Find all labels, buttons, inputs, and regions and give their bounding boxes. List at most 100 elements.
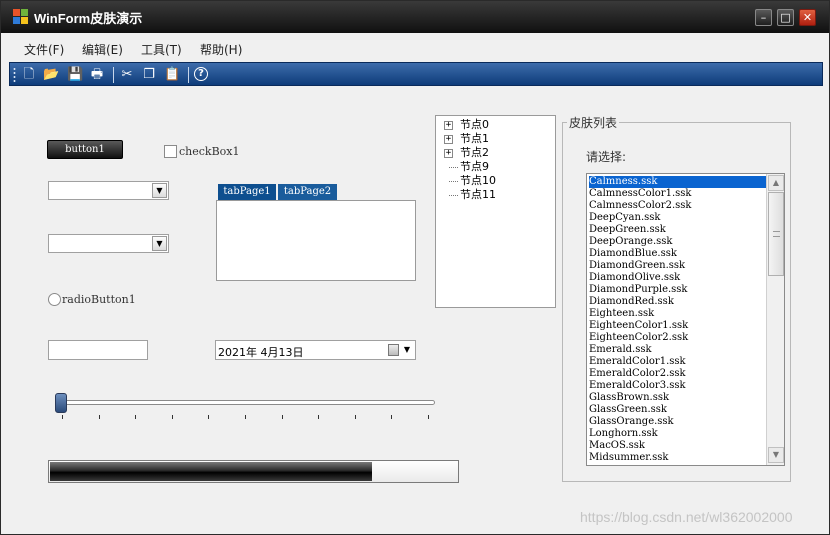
list-item[interactable]: DeepGreen.ssk	[589, 224, 766, 236]
checkbox1-box[interactable]	[164, 145, 177, 158]
tab-tabpage2[interactable]: tabPage2	[278, 184, 337, 200]
toolbar-separator	[113, 67, 114, 83]
list-item[interactable]: GlassOrange.ssk	[589, 416, 766, 428]
list-item[interactable]: DeepCyan.ssk	[589, 212, 766, 224]
tab-tabpage1[interactable]: tabPage1	[218, 184, 276, 200]
trackbar-tick	[62, 415, 63, 419]
list-item[interactable]: DiamondGreen.ssk	[589, 260, 766, 272]
skin-prompt: 请选择:	[586, 150, 627, 164]
list-item[interactable]: GlassBrown.ssk	[589, 392, 766, 404]
list-item[interactable]: Midsummer.ssk	[589, 452, 766, 464]
tree-node[interactable]: + 节点0	[436, 118, 554, 132]
app-icon	[13, 9, 29, 25]
menu-help[interactable]: 帮助(H)	[200, 41, 242, 58]
tree-node[interactable]: + 节点2	[436, 146, 554, 160]
radiobutton1-circle[interactable]	[48, 293, 61, 306]
list-item[interactable]: DiamondPurple.ssk	[589, 284, 766, 296]
list-item[interactable]: DiamondBlue.ssk	[589, 248, 766, 260]
list-item[interactable]: Eighteen.ssk	[589, 308, 766, 320]
date-picker[interactable]: 2021年 4月13日 ▼	[215, 340, 416, 360]
list-item[interactable]: Longhorn.ssk	[589, 428, 766, 440]
save-icon[interactable]: 💾	[67, 67, 83, 82]
help-icon[interactable]: ?	[194, 67, 208, 81]
copy-icon[interactable]: ❐	[141, 67, 157, 82]
trackbar-thumb[interactable]	[55, 393, 67, 413]
list-item[interactable]: DeepOrange.ssk	[589, 236, 766, 248]
skin-listbox[interactable]: Calmness.ssk CalmnessColor1.ssk CalmnessCo…	[586, 173, 785, 466]
tree-line	[449, 195, 458, 196]
trackbar-tick	[281, 415, 283, 419]
tree-node-label[interactable]: 节点2	[460, 146, 489, 160]
trackbar-tick	[245, 415, 246, 419]
trackbar-tick	[318, 415, 320, 419]
list-item[interactable]: CalmnessColor1.ssk	[589, 188, 766, 200]
calendar-icon[interactable]	[388, 344, 399, 356]
combobox-2[interactable]: ▼	[48, 234, 169, 253]
chevron-down-icon[interactable]: ▼	[152, 236, 167, 251]
trackbar-tick	[171, 415, 173, 419]
trackbar-track[interactable]	[57, 400, 435, 405]
tree-node[interactable]: 节点9	[436, 160, 554, 174]
main-window: WinForm皮肤演示 – □ ✕ 文件(F) 编辑(E) 工具(T) 帮助(H…	[0, 0, 830, 535]
print-icon[interactable]: 🖶	[89, 67, 105, 82]
list-item[interactable]: EighteenColor2.ssk	[589, 332, 766, 344]
menu-file[interactable]: 文件(F)	[24, 41, 64, 58]
tree-node-label[interactable]: 节点1	[460, 132, 489, 146]
trackbar-tick	[354, 415, 356, 419]
list-item[interactable]: EmeraldColor2.ssk	[589, 368, 766, 380]
progress-bar	[48, 460, 459, 483]
tree-node-label[interactable]: 节点11	[460, 188, 496, 202]
cut-icon[interactable]: ✂	[119, 67, 135, 82]
toolbar-separator	[188, 67, 189, 83]
tree-node[interactable]: 节点11	[436, 188, 554, 202]
chevron-down-icon[interactable]: ▼	[152, 183, 167, 198]
title-bar[interactable]: WinForm皮肤演示 – □ ✕	[1, 1, 829, 33]
menu-tools[interactable]: 工具(T)	[141, 41, 182, 58]
expand-icon[interactable]: +	[444, 121, 453, 130]
minimize-button[interactable]: –	[755, 9, 772, 26]
list-item[interactable]: EmeraldColor3.ssk	[589, 380, 766, 392]
button1[interactable]: button1	[47, 140, 123, 159]
scroll-up-icon[interactable]: ▲	[768, 175, 784, 191]
tree-node[interactable]: + 节点1	[436, 132, 554, 146]
trackbar-tick	[428, 415, 429, 419]
tree-node[interactable]: 节点10	[436, 174, 554, 188]
list-scrollbar[interactable]: ▲ ▼	[766, 174, 784, 465]
open-folder-icon[interactable]: 📂	[43, 67, 59, 82]
list-item[interactable]: Calmness.ssk	[589, 176, 766, 188]
tree-line	[449, 181, 458, 182]
close-button[interactable]: ✕	[799, 9, 816, 26]
list-item[interactable]: EighteenColor1.ssk	[589, 320, 766, 332]
list-item[interactable]: DiamondOlive.ssk	[589, 272, 766, 284]
menu-edit[interactable]: 编辑(E)	[82, 41, 123, 58]
scroll-thumb[interactable]	[768, 192, 784, 276]
maximize-button[interactable]: □	[777, 9, 794, 26]
watermark: https://blog.csdn.net/wl362002000	[580, 509, 793, 525]
text-input[interactable]	[48, 340, 148, 360]
list-item[interactable]: MacOS.ssk	[589, 440, 766, 452]
combobox-1[interactable]: ▼	[48, 181, 169, 200]
tree-node-label[interactable]: 节点9	[460, 160, 489, 174]
checkbox1-label[interactable]: checkBox1	[179, 145, 240, 158]
list-item[interactable]: DiamondRed.ssk	[589, 296, 766, 308]
progress-fill	[50, 462, 372, 481]
trackbar-tick	[135, 415, 137, 419]
toolbar-grip[interactable]	[13, 67, 16, 83]
list-item[interactable]: EmeraldColor1.ssk	[589, 356, 766, 368]
window-title: WinForm皮肤演示	[34, 11, 143, 26]
expand-icon[interactable]: +	[444, 135, 453, 144]
date-value: 2021年 4月13日	[218, 346, 304, 359]
trackbar-tick	[98, 415, 100, 419]
chevron-down-icon[interactable]: ▼	[400, 342, 414, 358]
list-item[interactable]: GlassGreen.ssk	[589, 404, 766, 416]
tree-view[interactable]: + 节点0 + 节点1 + 节点2 节点9 节点10 节点11	[435, 115, 556, 308]
list-item[interactable]: CalmnessColor2.ssk	[589, 200, 766, 212]
scroll-down-icon[interactable]: ▼	[768, 447, 784, 463]
paste-icon[interactable]: 📋	[164, 67, 180, 82]
tree-node-label[interactable]: 节点0	[460, 118, 489, 132]
list-item[interactable]: Emerald.ssk	[589, 344, 766, 356]
new-file-icon[interactable]: 🗋	[21, 67, 37, 82]
expand-icon[interactable]: +	[444, 149, 453, 158]
tree-node-label[interactable]: 节点10	[460, 174, 496, 188]
radiobutton1-label[interactable]: radioButton1	[62, 293, 136, 306]
